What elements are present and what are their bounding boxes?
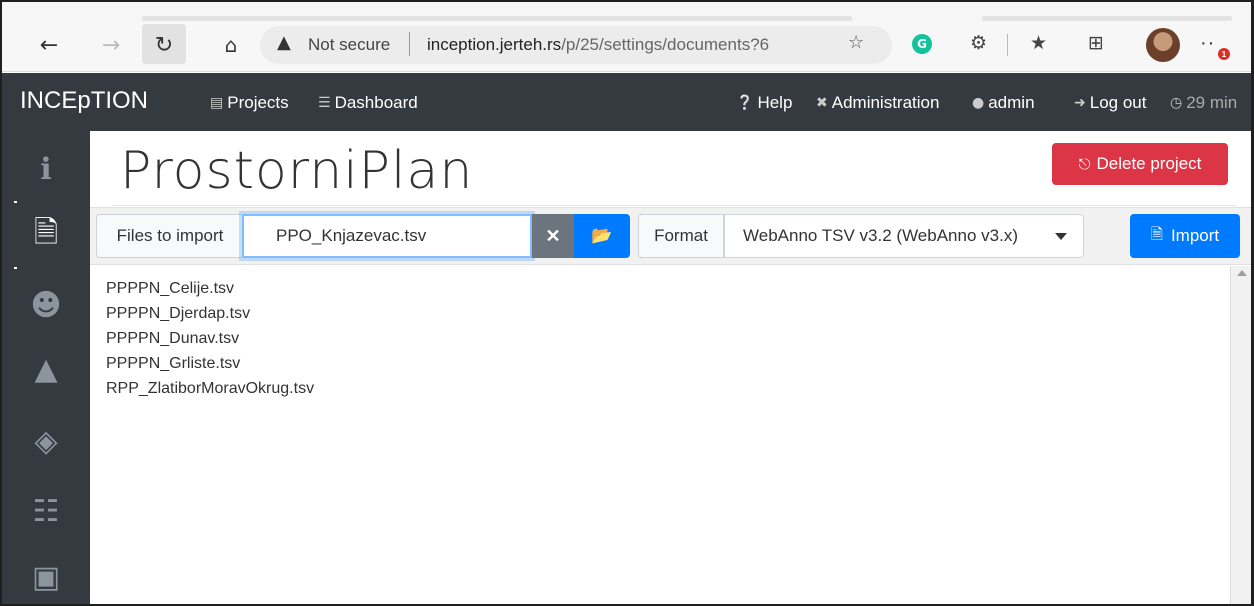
collections-icon[interactable]: ⊞ (1088, 32, 1104, 54)
nav-dashboard-label: Dashboard (334, 93, 418, 112)
extensions-icon[interactable]: ⚙ (970, 32, 987, 54)
nav-user-label: admin (988, 93, 1035, 112)
refresh-icon[interactable]: ↻ (147, 28, 181, 62)
import-toolbar: Files to import PPO_Knjazevac.tsv ✕ 📂 Fo… (90, 207, 1251, 265)
browser-window: ← → ↻ ⌂ ▲ Not secure inception.jerteh.rs… (0, 0, 1254, 606)
nav-help[interactable]: ❔ Help (736, 93, 792, 113)
browser-toolbar: ← → ↻ ⌂ ▲ Not secure inception.jerteh.rs… (2, 2, 1251, 72)
scroll-up-icon[interactable] (1237, 270, 1247, 276)
document-list[interactable]: PPPPN_Celije.tsv PPPPN_Djerdap.tsv PPPPN… (90, 266, 1230, 604)
nav-projects[interactable]: ▤ Projects (210, 93, 289, 113)
dashboard-icon: ☰ (318, 95, 331, 111)
chevron-down-icon (1055, 233, 1067, 240)
file-upload-icon: 🗎 (1150, 224, 1163, 243)
session-timer: ◷ 29 min (1170, 93, 1237, 113)
url-path: /p/25/settings/documents?6 (561, 35, 770, 54)
files-to-import-label: Files to import (96, 214, 244, 258)
brand-logo[interactable]: INCEpTION (20, 87, 148, 115)
tools-icon: ✖ (816, 95, 828, 111)
nav-administration-label: Administration (831, 93, 940, 112)
document-icon[interactable]: 🗎 (14, 203, 78, 267)
nav-dashboard[interactable]: ☰ Dashboard (318, 93, 418, 113)
constraints-icon[interactable]: ▲ (14, 337, 78, 401)
folder-open-icon: 📂 (591, 226, 613, 246)
list-item[interactable]: PPPPN_Celije.tsv (106, 280, 234, 298)
clock-icon: ◷ (1170, 95, 1183, 111)
trash-icon: ⎋ (1078, 155, 1091, 173)
page-title: ProstorniPlan (120, 141, 474, 201)
more-menu-icon[interactable]: ·· (1200, 32, 1215, 55)
close-icon: ✕ (545, 225, 561, 246)
nav-user[interactable]: ● admin (972, 93, 1035, 113)
add-favorite-icon[interactable]: ☆ (848, 32, 864, 53)
settings-sidebar: ℹ 🗎 ☻ ▲ ◈ ☷ ▣ (2, 131, 90, 604)
selected-file: PPO_Knjazevac.tsv (276, 226, 427, 245)
notification-badge: 1 (1218, 48, 1230, 60)
projects-icon: ▤ (210, 95, 224, 111)
main-content: ProstorniPlan ⎋ Delete project Files to … (90, 131, 1251, 604)
import-button[interactable]: 🗎 Import (1130, 214, 1240, 258)
user-icon: ● (972, 95, 985, 111)
back-icon[interactable]: ← (32, 28, 66, 62)
format-label: Format (638, 214, 724, 258)
hierarchy-icon[interactable]: ☷ (14, 479, 78, 543)
delete-project-label: Delete project (1096, 154, 1202, 173)
profile-avatar[interactable] (1146, 28, 1180, 62)
url-separator (409, 32, 410, 56)
url-host: inception.jerteh.rs (427, 35, 562, 54)
delete-project-button[interactable]: ⎋ Delete project (1052, 143, 1228, 185)
forward-icon[interactable]: → (94, 28, 128, 62)
toolbar-separator (1007, 34, 1008, 56)
list-item[interactable]: PPPPN_Grliste.tsv (106, 355, 240, 373)
help-icon: ❔ (736, 95, 754, 111)
list-scrollbar[interactable] (1230, 266, 1251, 604)
nav-help-label: Help (757, 93, 793, 112)
files-input[interactable]: PPO_Knjazevac.tsv (242, 214, 532, 258)
users-icon[interactable]: ☻ (14, 273, 78, 337)
title-divider (112, 205, 1236, 206)
nav-logout[interactable]: ➜ Log out (1074, 93, 1146, 113)
not-secure-label[interactable]: Not secure (308, 35, 390, 55)
nav-logout-label: Log out (1089, 93, 1147, 112)
import-label: Import (1170, 226, 1220, 245)
info-icon[interactable]: ℹ (14, 137, 78, 201)
home-icon[interactable]: ⌂ (214, 28, 248, 62)
favorites-icon[interactable]: ★ (1030, 32, 1047, 54)
nav-projects-label: Projects (227, 93, 289, 112)
list-item[interactable]: PPPPN_Djerdap.tsv (106, 305, 250, 323)
session-timer-label: 29 min (1186, 93, 1238, 112)
grammarly-extension-icon[interactable]: G (912, 34, 932, 54)
format-select-value: WebAnno TSV v3.2 (WebAnno v3.x) (743, 226, 1018, 245)
list-item[interactable]: PPPPN_Dunav.tsv (106, 330, 239, 348)
nav-administration[interactable]: ✖ Administration (816, 93, 939, 113)
warning-icon[interactable]: ▲ (277, 32, 291, 53)
layers-icon[interactable]: ◈ (14, 409, 78, 473)
format-select[interactable]: WebAnno TSV v3.2 (WebAnno v3.x) (724, 214, 1084, 258)
clear-files-button[interactable]: ✕ (532, 214, 574, 258)
browse-files-button[interactable]: 📂 (574, 214, 630, 258)
app-navbar: INCEpTION ▤ Projects ☰ Dashboard ❔ Help … (2, 73, 1251, 131)
url-text[interactable]: inception.jerteh.rs/p/25/settings/docume… (427, 35, 769, 55)
robot-icon[interactable]: ▣ (14, 545, 78, 604)
tab-strip (142, 16, 852, 21)
logout-icon: ➜ (1074, 95, 1086, 111)
list-item[interactable]: RPP_ZlatiborMoravOkrug.tsv (106, 380, 314, 398)
tab-strip-right (982, 16, 1232, 21)
